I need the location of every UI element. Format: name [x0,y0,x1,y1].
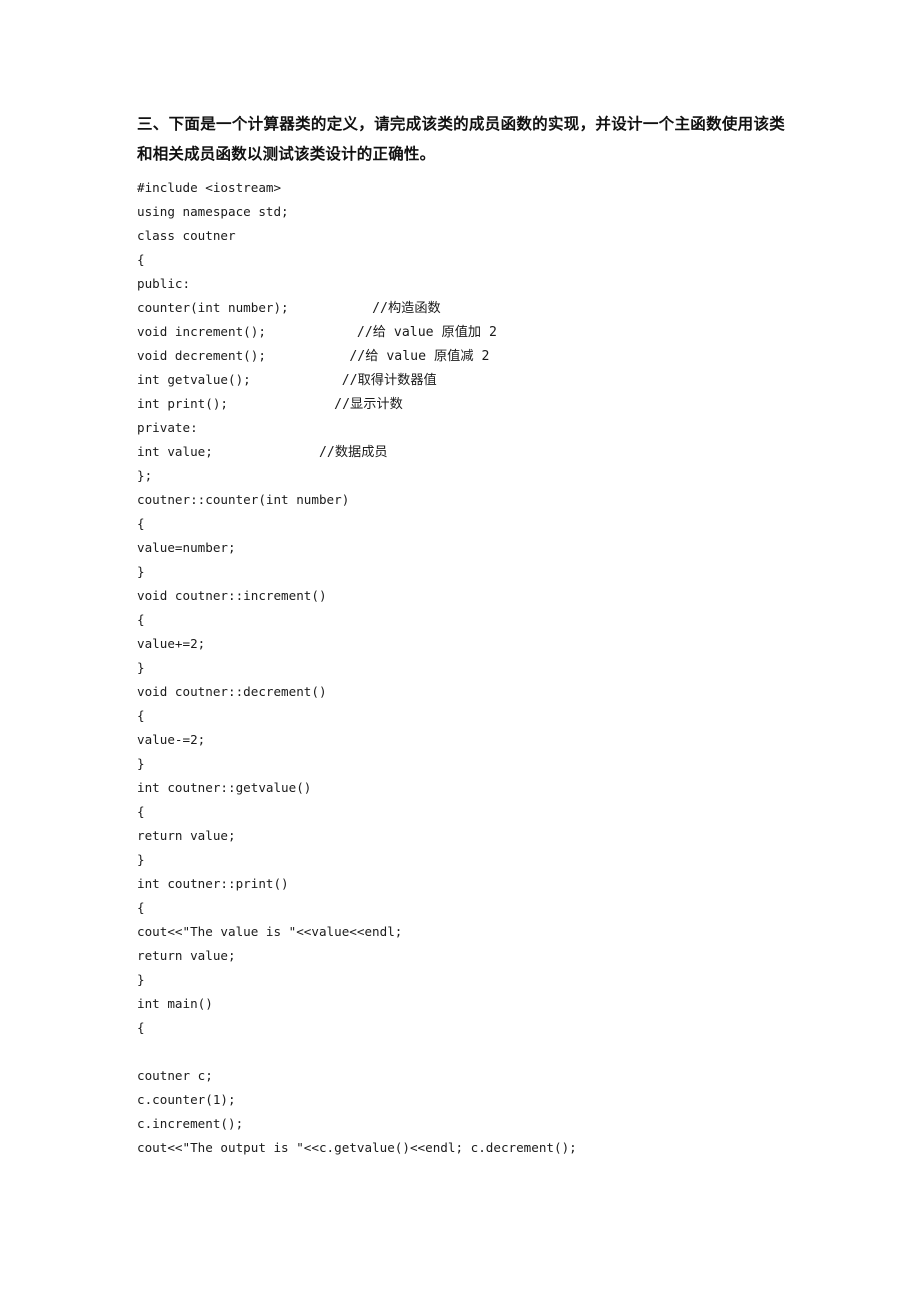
code-text: } [137,852,145,867]
code-text: int main() [137,996,213,1011]
code-text: int coutner::print() [137,876,289,891]
code-text: { [137,516,145,531]
code-line: int getvalue(); //取得计数器值 [137,368,785,392]
code-text: { [137,612,145,627]
code-line: return value; [137,944,785,968]
code-text: value+=2; [137,636,206,651]
code-line: private: [137,416,785,440]
code-text: } [137,660,145,675]
code-line: void coutner::increment() [137,584,785,608]
code-text: coutner::counter(int number) [137,492,350,507]
code-comment: //显示计数 [334,397,403,412]
code-line: #include <iostream> [137,176,785,200]
code-line: { [137,1016,785,1040]
code-line: } [137,848,785,872]
code-line: int main() [137,992,785,1016]
code-text: return value; [137,948,236,963]
code-line: } [137,656,785,680]
code-line: int coutner::getvalue() [137,776,785,800]
code-line: } [137,560,785,584]
code-text: void coutner::decrement() [137,684,327,699]
code-line: { [137,800,785,824]
code-line: { [137,896,785,920]
code-line: value+=2; [137,632,785,656]
code-line: public: [137,272,785,296]
document-page: 三、下面是一个计算器类的定义，请完成该类的成员函数的实现，并设计一个主函数使用该… [0,0,920,1302]
code-text: int print(); [137,396,228,411]
code-gap [213,444,319,459]
code-text: } [137,756,145,771]
code-line: value=number; [137,536,785,560]
code-line: return value; [137,824,785,848]
code-comment: //构造函数 [372,301,441,316]
code-text: private: [137,420,198,435]
code-text: public: [137,276,191,291]
code-line: value-=2; [137,728,785,752]
code-line: counter(int number); //构造函数 [137,296,785,320]
code-listing: #include <iostream> using namespace std; c… [137,176,785,1160]
code-text: int value; [137,444,213,459]
code-line: c.counter(1); [137,1088,785,1112]
code-line: int print(); //显示计数 [137,392,785,416]
code-text: } [137,564,145,579]
code-line: { [137,704,785,728]
code-text: { [137,804,145,819]
code-text: coutner c; [137,1068,213,1083]
code-text: cout<<"The value is "<<value<<endl; [137,924,403,939]
code-text: void decrement(); [137,348,266,363]
code-line: void coutner::decrement() [137,680,785,704]
code-line: int value; //数据成员 [137,440,785,464]
code-gap [266,324,357,339]
code-comment: //数据成员 [318,445,388,460]
code-text: { [137,252,145,267]
code-line: { [137,248,785,272]
code-line: } [137,968,785,992]
code-text: value-=2; [137,732,206,747]
code-line: void increment(); //给 value 原值加 2 [137,320,785,344]
code-comment: //给 value 原值加 2 [356,325,497,340]
code-text: class coutner [137,228,236,243]
code-comment: //给 value 原值减 2 [349,349,490,364]
code-line: class coutner [137,224,785,248]
code-gap [251,372,342,387]
code-text: void coutner::increment() [137,588,327,603]
code-gap [289,300,372,315]
code-line: void decrement(); //给 value 原值减 2 [137,344,785,368]
code-line: cout<<"The output is "<<c.getvalue()<<en… [137,1136,785,1160]
code-text: { [137,1020,145,1035]
code-text: { [137,900,145,915]
document-content: 三、下面是一个计算器类的定义，请完成该类的成员函数的实现，并设计一个主函数使用该… [137,110,785,1160]
code-text: int coutner::getvalue() [137,780,312,795]
page-title: 三、下面是一个计算器类的定义，请完成该类的成员函数的实现，并设计一个主函数使用该… [137,116,785,163]
code-line: c.increment(); [137,1112,785,1136]
code-line: int coutner::print() [137,872,785,896]
code-text: void increment(); [137,324,266,339]
code-text: } [137,972,145,987]
code-line: cout<<"The value is "<<value<<endl; [137,920,785,944]
code-text: }; [137,468,153,483]
code-text: c.counter(1); [137,1092,236,1107]
code-line: } [137,752,785,776]
code-comment: //取得计数器值 [341,373,437,388]
code-line: coutner c; [137,1064,785,1088]
code-text: using namespace std; [137,204,289,219]
code-text: counter(int number); [137,300,289,315]
code-text: #include <iostream> [137,180,282,195]
code-line: using namespace std; [137,200,785,224]
code-text: value=number; [137,540,236,555]
code-line: { [137,608,785,632]
code-line: { [137,512,785,536]
code-text: int getvalue(); [137,372,251,387]
code-text: c.increment(); [137,1116,244,1131]
code-gap [266,348,349,363]
code-text: { [137,708,145,723]
code-line: }; [137,464,785,488]
code-line: coutner::counter(int number) [137,488,785,512]
code-gap [228,396,334,411]
code-text: return value; [137,828,236,843]
code-text: cout<<"The output is "<<c.getvalue()<<en… [137,1140,577,1155]
